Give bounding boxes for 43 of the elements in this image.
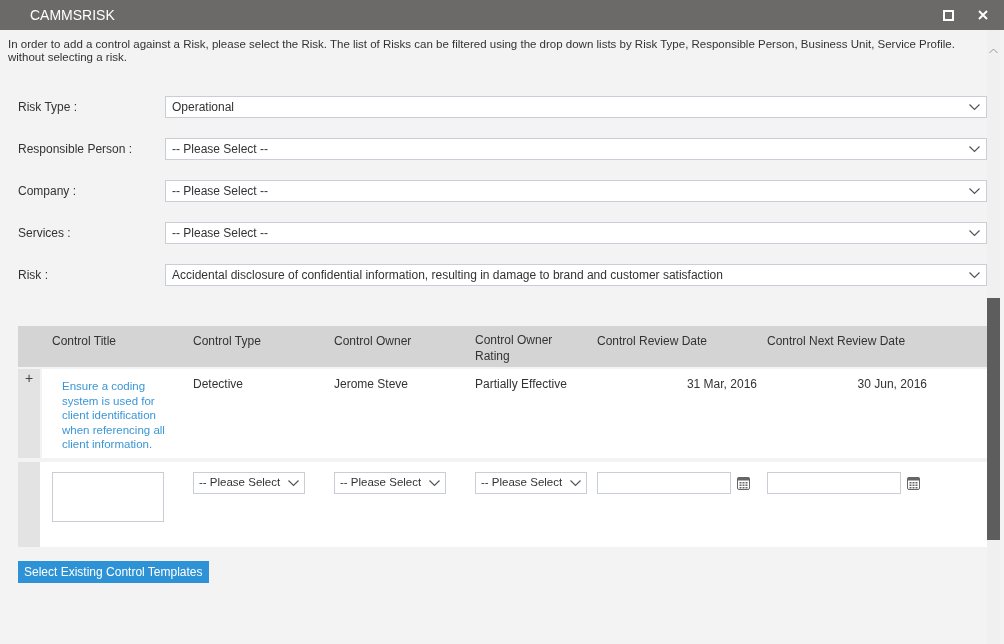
column-header: Control Owner: [334, 333, 412, 349]
date-input[interactable]: [767, 472, 901, 494]
chevron-down-icon: [969, 271, 980, 279]
chevron-down-icon: [969, 145, 980, 153]
chevron-down-icon: [288, 479, 299, 487]
maximize-icon[interactable]: [943, 9, 954, 21]
date-input[interactable]: [597, 472, 731, 494]
filter-dropdown[interactable]: -- Please Select --: [165, 180, 987, 202]
column-header: Control Owner Rating: [475, 332, 554, 364]
filter-dropdown[interactable]: Accidental disclosure of confidential information, resulting in damage to brand and customer satisfaction: [165, 264, 987, 286]
select-dropdown[interactable]: -- Please Select: [475, 472, 587, 494]
calendar-icon[interactable]: [737, 476, 750, 490]
table-cell: 30 Jun, 2016: [857, 377, 927, 391]
select-dropdown[interactable]: -- Please Select: [193, 472, 305, 494]
filter-label: Company :: [18, 183, 78, 200]
filter-dropdown[interactable]: -- Please Select --: [165, 138, 987, 160]
instruction-text: In order to add a control against a Risk, please select the Risk. The list of Risks can be filtered using the drop down lists by Risk Type, Responsible Person, Business Unit, Service Profile.: [8, 38, 956, 51]
chevron-down-icon: [969, 103, 980, 111]
window-title: CAMMSRISK: [30, 5, 116, 25]
filter-dropdown[interactable]: -- Please Select --: [165, 222, 987, 244]
table-cell: Partially Effective: [475, 377, 567, 391]
column-header: Control Review Date: [597, 333, 708, 349]
chevron-down-icon: [429, 479, 440, 487]
chevron-down-icon: [969, 229, 980, 237]
expand-toggle[interactable]: +: [18, 369, 40, 458]
table-cell: 31 Mar, 2016: [686, 377, 757, 391]
filter-label: Responsible Person :: [18, 141, 134, 158]
column-header: Control Type: [193, 333, 261, 349]
select-dropdown[interactable]: -- Please Select: [334, 472, 446, 494]
table-cell: Jerome Steve: [334, 377, 409, 391]
filter-dropdown[interactable]: Operational: [165, 96, 987, 118]
filter-label: Risk Type :: [18, 99, 79, 116]
column-header: Control Next Review Date: [767, 333, 906, 349]
chevron-down-icon: [969, 187, 980, 195]
column-header: Control Title: [52, 333, 117, 349]
calendar-icon[interactable]: [907, 476, 920, 490]
instruction-text: without selecting a risk.: [8, 51, 128, 64]
table-cell: Detective: [193, 377, 244, 391]
filter-label: Risk :: [18, 267, 49, 284]
chevron-down-icon: [570, 479, 581, 487]
close-icon[interactable]: [978, 10, 988, 20]
filter-label: Services :: [18, 225, 72, 242]
control-title-input[interactable]: [52, 472, 164, 522]
